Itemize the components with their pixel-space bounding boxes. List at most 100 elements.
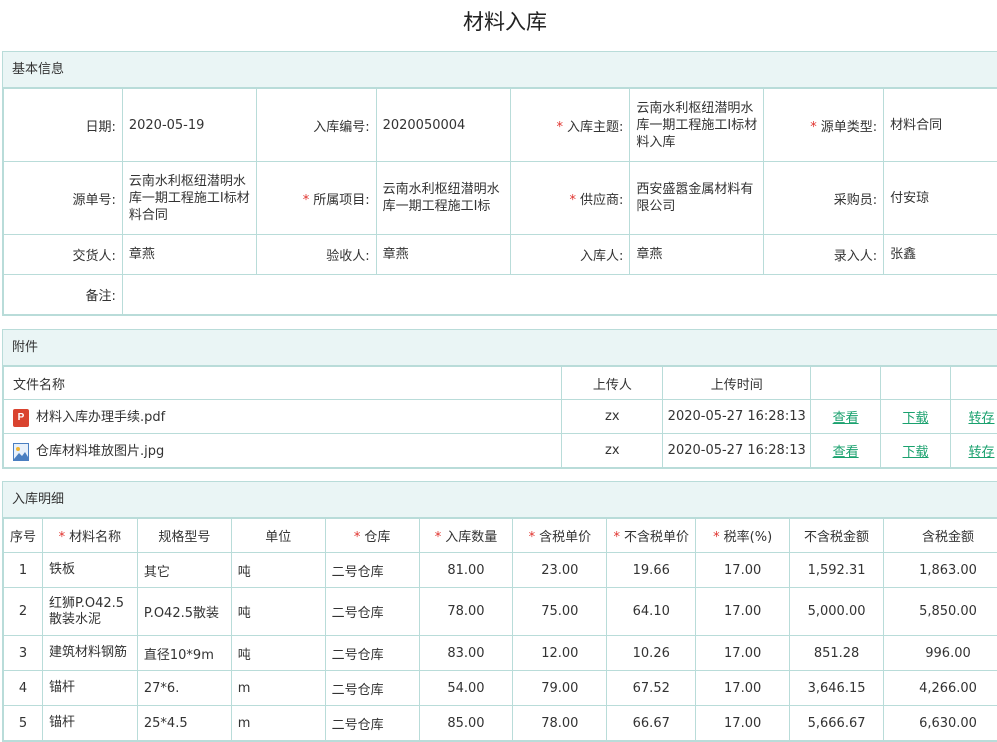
details-row: 1铁板其它吨二号仓库81.0023.0019.6617.001,592.311,… [4, 553, 997, 588]
details-header-row: 序号*材料名称规格型号单位*仓库*入库数量*含税单价*不含税单价*税率(%)不含… [4, 519, 997, 553]
info-label: *所属项目: [256, 162, 376, 235]
details-cell: 78.00 [419, 588, 513, 636]
attachments-header: 附件 [3, 330, 997, 366]
details-cell: 2 [4, 588, 43, 636]
attachment-file-name[interactable]: 仓库材料堆放图片.jpg [36, 444, 164, 459]
transfer-link[interactable]: 转存 [968, 411, 994, 426]
info-label-text: 供应商: [580, 193, 623, 208]
details-cell: 25*4.5 [137, 706, 231, 741]
transfer-link[interactable]: 转存 [968, 445, 994, 460]
col-file-name: 文件名称 [4, 367, 562, 400]
info-label: 交货人: [4, 235, 123, 275]
details-cell: 17.00 [696, 636, 790, 671]
attachment-name-cell: P材料入库办理手续.pdf [4, 400, 562, 434]
required-asterisk: * [529, 530, 536, 545]
details-cell: 996.00 [884, 636, 997, 671]
attachment-file-name[interactable]: 材料入库办理手续.pdf [36, 410, 165, 425]
details-cell: 锚杆 [42, 706, 137, 741]
details-cell: 6,630.00 [884, 706, 997, 741]
details-cell: 二号仓库 [325, 588, 419, 636]
details-panel: 入库明细 序号*材料名称规格型号单位*仓库*入库数量*含税单价*不含税单价*税率… [2, 481, 997, 742]
details-cell: 1,592.31 [790, 553, 884, 588]
details-cell: 85.00 [419, 706, 513, 741]
details-cell: 红狮P.O42.5散装水泥 [42, 588, 137, 636]
basic-info-table: 日期:2020-05-19入库编号:2020050004*入库主题:云南水利枢纽… [3, 88, 997, 315]
info-value: 章燕 [630, 235, 764, 275]
info-label-text: 采购员: [834, 193, 877, 208]
download-link[interactable]: 下载 [903, 411, 929, 426]
details-column-header: *仓库 [325, 519, 419, 553]
info-label-text: 录入人: [834, 249, 877, 264]
info-label-text: 日期: [85, 120, 115, 135]
details-cell: 吨 [231, 553, 325, 588]
info-label: 日期: [4, 89, 123, 162]
remark-label: 备注: [4, 275, 123, 315]
details-cell: 17.00 [696, 553, 790, 588]
info-value: 云南水利枢纽潜明水库一期工程施工I标 [376, 162, 510, 235]
details-row: 2红狮P.O42.5散装水泥P.O42.5散装吨二号仓库78.0075.0064… [4, 588, 997, 636]
details-cell: 4,266.00 [884, 671, 997, 706]
details-cell: 27*6. [137, 671, 231, 706]
details-column-header: *含税单价 [513, 519, 607, 553]
info-label-text: 源单号: [72, 193, 115, 208]
col-upload-time: 上传时间 [663, 367, 811, 400]
required-asterisk: * [435, 530, 442, 545]
info-value: 材料合同 [884, 89, 997, 162]
image-file-icon [13, 443, 29, 461]
details-cell: 1 [4, 553, 43, 588]
info-label-text: 入库编号: [313, 120, 369, 135]
details-cell: 铁板 [42, 553, 137, 588]
details-row: 5锚杆25*4.5m二号仓库85.0078.0066.6717.005,666.… [4, 706, 997, 741]
info-row-remark: 备注: [4, 275, 997, 315]
required-asterisk: * [354, 530, 361, 545]
col-uploader: 上传人 [562, 367, 663, 400]
details-column-header: 序号 [4, 519, 43, 553]
details-cell: 二号仓库 [325, 636, 419, 671]
details-column-header: 不含税金额 [790, 519, 884, 553]
attachments-table: 文件名称 上传人 上传时间 P材料入库办理手续.pdfzx2020-05-27 … [3, 366, 997, 468]
download-cell: 下载 [881, 400, 951, 434]
attachment-upload-time: 2020-05-27 16:28:13 [663, 434, 811, 468]
attachment-row: 仓库材料堆放图片.jpgzx2020-05-27 16:28:13查看下载转存 [4, 434, 997, 468]
details-cell: 4 [4, 671, 43, 706]
view-link[interactable]: 查看 [833, 411, 859, 426]
details-cell: 81.00 [419, 553, 513, 588]
details-cell: 锚杆 [42, 671, 137, 706]
view-link[interactable]: 查看 [833, 445, 859, 460]
required-asterisk: * [303, 193, 310, 208]
details-cell: 吨 [231, 588, 325, 636]
info-label: 入库编号: [256, 89, 376, 162]
details-cell: 64.10 [607, 588, 696, 636]
required-asterisk: * [557, 120, 564, 135]
column-label: 单位 [265, 530, 291, 545]
details-cell: 5,850.00 [884, 588, 997, 636]
details-cell: 3 [4, 636, 43, 671]
remark-value [122, 275, 997, 315]
column-label: 序号 [10, 530, 36, 545]
required-asterisk: * [713, 530, 720, 545]
details-cell: 5 [4, 706, 43, 741]
details-cell: 二号仓库 [325, 706, 419, 741]
column-label: 规格型号 [158, 530, 210, 545]
info-value: 西安盛嚣金属材料有限公司 [630, 162, 764, 235]
required-asterisk: * [59, 530, 66, 545]
download-link[interactable]: 下载 [903, 445, 929, 460]
view-cell: 查看 [811, 434, 881, 468]
details-cell: 75.00 [513, 588, 607, 636]
details-cell: P.O42.5散装 [137, 588, 231, 636]
column-label: 含税单价 [539, 530, 591, 545]
details-cell: 5,666.67 [790, 706, 884, 741]
details-cell: 12.00 [513, 636, 607, 671]
details-row: 3建筑材料钢筋直径10*9m吨二号仓库83.0012.0010.2617.008… [4, 636, 997, 671]
basic-info-header: 基本信息 [3, 52, 997, 88]
details-cell: 19.66 [607, 553, 696, 588]
basic-info-panel: 基本信息 日期:2020-05-19入库编号:2020050004*入库主题:云… [2, 51, 997, 316]
info-value: 付安琼 [884, 162, 997, 235]
required-asterisk: * [570, 193, 577, 208]
info-label-text: 交货人: [72, 249, 115, 264]
details-table: 序号*材料名称规格型号单位*仓库*入库数量*含税单价*不含税单价*税率(%)不含… [3, 518, 997, 741]
details-cell: 54.00 [419, 671, 513, 706]
info-label: *源单类型: [764, 89, 884, 162]
details-cell: 10.26 [607, 636, 696, 671]
details-cell: 吨 [231, 636, 325, 671]
